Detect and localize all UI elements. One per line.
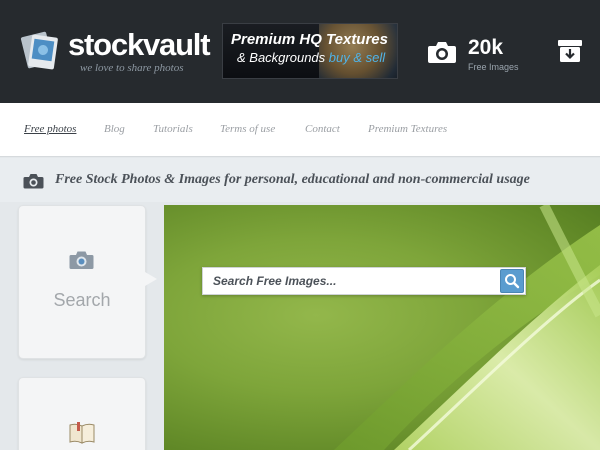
top-header: stockvault we love to share photos Premi… <box>0 0 600 103</box>
camera-icon <box>69 251 94 269</box>
nav-contact[interactable]: Contact <box>305 123 340 135</box>
search-icon <box>505 274 520 289</box>
search-box <box>202 267 526 295</box>
search-card[interactable]: Search <box>18 205 157 359</box>
nav-premium-textures[interactable]: Premium Textures <box>368 123 447 135</box>
search-card-label: Search <box>53 290 111 310</box>
site-logo[interactable]: stockvault we love to share photos <box>18 28 211 78</box>
nav-free-photos[interactable]: Free photos <box>24 123 76 135</box>
logo-tagline: we love to share photos <box>80 62 184 74</box>
search-input[interactable] <box>203 268 499 294</box>
browse-card[interactable] <box>18 377 146 450</box>
image-count: 20k <box>468 36 504 59</box>
nav-terms-of-use[interactable]: Terms of use <box>220 123 275 135</box>
leaf-image <box>334 205 600 450</box>
camera-icon <box>428 42 456 63</box>
tagline-text: Free Stock Photos & Images for personal,… <box>55 172 530 187</box>
book-icon <box>69 422 95 444</box>
banner-accent-text: buy & sell <box>328 50 386 65</box>
tagline-bar: Free Stock Photos & Images for personal,… <box>0 158 600 202</box>
banner-title: Premium HQ Textures <box>231 31 388 48</box>
main-nav: Free photos Blog Tutorials Terms of use … <box>0 103 600 157</box>
image-count-label: Free Images <box>468 62 519 72</box>
premium-textures-banner[interactable]: Premium HQ Textures & Backgrounds buy & … <box>222 23 398 79</box>
camera-icon <box>23 174 44 189</box>
banner-subtitle-text: & Backgrounds <box>237 50 326 65</box>
nav-blog[interactable]: Blog <box>104 123 125 135</box>
search-button[interactable] <box>500 269 524 293</box>
card-pointer <box>145 272 157 286</box>
nav-tutorials[interactable]: Tutorials <box>153 123 193 135</box>
banner-subtitle: & Backgrounds buy & sell <box>237 50 385 65</box>
logo-name: stockvault <box>68 27 211 62</box>
hero-image <box>164 205 600 450</box>
archive-download-icon[interactable] <box>557 38 583 64</box>
logo-photos-icon <box>20 31 58 70</box>
